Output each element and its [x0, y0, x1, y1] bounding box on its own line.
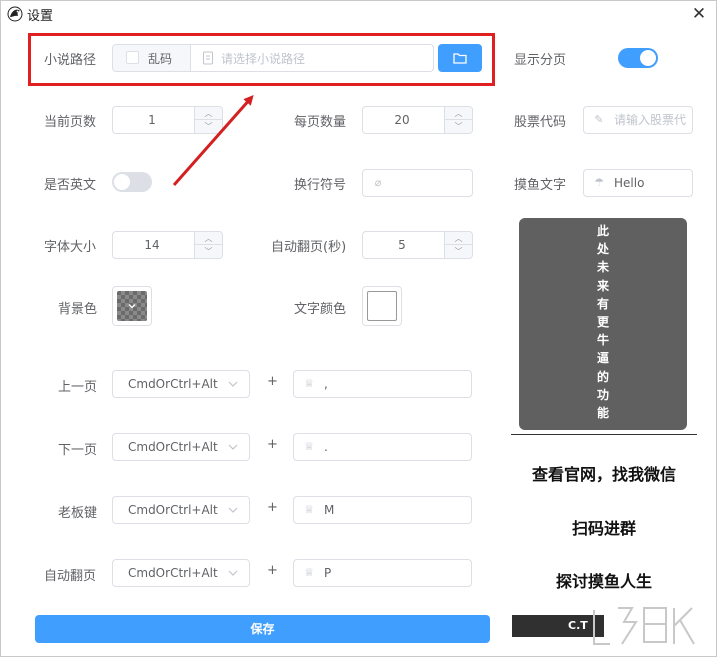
show-paging-label: 显示分页: [514, 53, 567, 68]
future-feature-text: 此处未来有更牛逼的功能: [596, 224, 609, 421]
per-page-stepper[interactable]: 20 ︿ ﹀: [362, 106, 473, 134]
pencil-icon: ✎: [594, 113, 604, 126]
text-color-picker[interactable]: [362, 286, 402, 326]
divider: [511, 434, 697, 435]
font-size-stepper[interactable]: 14 ︿ ﹀: [112, 231, 223, 259]
current-page-stepper[interactable]: 1 ︿ ﹀: [112, 106, 223, 134]
shortcut-boss-key-input[interactable]: ♕ M: [293, 496, 472, 524]
chevron-down-icon[interactable]: ﹀: [445, 245, 472, 258]
keyboard-icon: ♕: [304, 377, 314, 390]
plus-sign: +: [267, 437, 278, 452]
plus-sign: +: [267, 563, 278, 578]
shortcut-next-key-input[interactable]: ♕ .: [293, 433, 472, 461]
keyboard-icon: ♕: [304, 503, 314, 516]
font-size-value[interactable]: 14: [113, 232, 191, 258]
text-color-label: 文字颜色: [294, 302, 347, 317]
promo-life-text: 探讨摸鱼人生: [555, 572, 652, 591]
stock-code-label: 股票代码: [514, 115, 567, 130]
current-page-value[interactable]: 1: [113, 107, 191, 133]
chevron-up-icon[interactable]: ︿: [445, 107, 472, 120]
promo-scan-text: 扫码进群: [571, 519, 636, 538]
promo-website-text: 查看官网，找我微信: [531, 465, 676, 484]
shortcut-prev-modifier-select[interactable]: CmdOrCtrl+Alt: [112, 370, 250, 398]
umbrella-icon: ☂: [594, 176, 604, 189]
chevron-up-icon[interactable]: ︿: [445, 232, 472, 245]
watermark-logo-icon: [593, 607, 695, 645]
chevron-down-icon: [228, 570, 238, 576]
show-paging-toggle[interactable]: [618, 48, 658, 68]
window-title: 设置: [27, 9, 54, 24]
save-button[interactable]: 保存: [35, 615, 490, 643]
close-button[interactable]: ✕: [688, 3, 710, 25]
current-page-label: 当前页数: [44, 115, 97, 130]
fish-text-label: 摸鱼文字: [514, 178, 567, 193]
chevron-down-icon: [228, 381, 238, 387]
title-bar: 设置 ✕: [1, 1, 716, 27]
keyboard-icon: ♕: [304, 440, 314, 453]
auto-flip-seconds-stepper[interactable]: 5 ︿ ﹀: [362, 231, 473, 259]
settings-window: 设置 ✕ 小说路径 乱码 请选择小说路径 显示分页 当前页数 1 ︿ ﹀ 每页数量…: [0, 0, 717, 657]
fish-text-input[interactable]: ☂ Hello: [583, 169, 693, 197]
shortcut-prev-label: 上一页: [58, 380, 98, 395]
shortcut-next-label: 下一页: [58, 443, 98, 458]
is-english-label: 是否英文: [44, 178, 97, 193]
chevron-down-icon[interactable]: ﹀: [195, 120, 222, 133]
chevron-down-icon: [228, 507, 238, 513]
chevron-down-icon: [228, 444, 238, 450]
chevron-down-icon[interactable]: ﹀: [195, 245, 222, 258]
line-break-label: 换行符号: [294, 178, 347, 193]
shortcut-auto-flip-label: 自动翻页: [44, 569, 97, 584]
highlight-box: [28, 33, 495, 86]
plus-sign: +: [267, 500, 278, 515]
shortcut-boss-modifier-select[interactable]: CmdOrCtrl+Alt: [112, 496, 250, 524]
per-page-label: 每页数量: [294, 115, 347, 130]
background-color-label: 背景色: [58, 302, 98, 317]
chevron-up-icon[interactable]: ︿: [195, 107, 222, 120]
stock-code-input[interactable]: ✎ 请输入股票代: [583, 106, 693, 134]
chevron-up-icon[interactable]: ︿: [195, 232, 222, 245]
shortcut-next-modifier-select[interactable]: CmdOrCtrl+Alt: [112, 433, 250, 461]
chevron-down-icon[interactable]: ﹀: [445, 120, 472, 133]
per-page-value[interactable]: 20: [363, 107, 441, 133]
line-break-input[interactable]: ⌀: [362, 169, 473, 197]
shortcut-boss-label: 老板键: [58, 506, 98, 521]
shortcut-prev-key-input[interactable]: ♕ ,: [293, 370, 472, 398]
auto-flip-seconds-value[interactable]: 5: [363, 232, 441, 258]
is-english-toggle[interactable]: [112, 172, 152, 192]
background-color-picker[interactable]: [112, 286, 152, 326]
chevron-down-icon: [128, 304, 136, 309]
font-size-label: 字体大小: [44, 240, 97, 255]
shortcut-auto-flip-modifier-select[interactable]: CmdOrCtrl+Alt: [112, 559, 250, 587]
app-logo-icon: [7, 6, 23, 22]
shortcut-auto-flip-key-input[interactable]: ♕ P: [293, 559, 472, 587]
plus-sign: +: [267, 374, 278, 389]
keyboard-icon: ♕: [304, 566, 314, 579]
future-feature-panel: 此处未来有更牛逼的功能: [519, 218, 687, 430]
paperclip-icon: ⌀: [374, 176, 382, 189]
auto-flip-seconds-label: 自动翻页(秒): [271, 240, 347, 255]
